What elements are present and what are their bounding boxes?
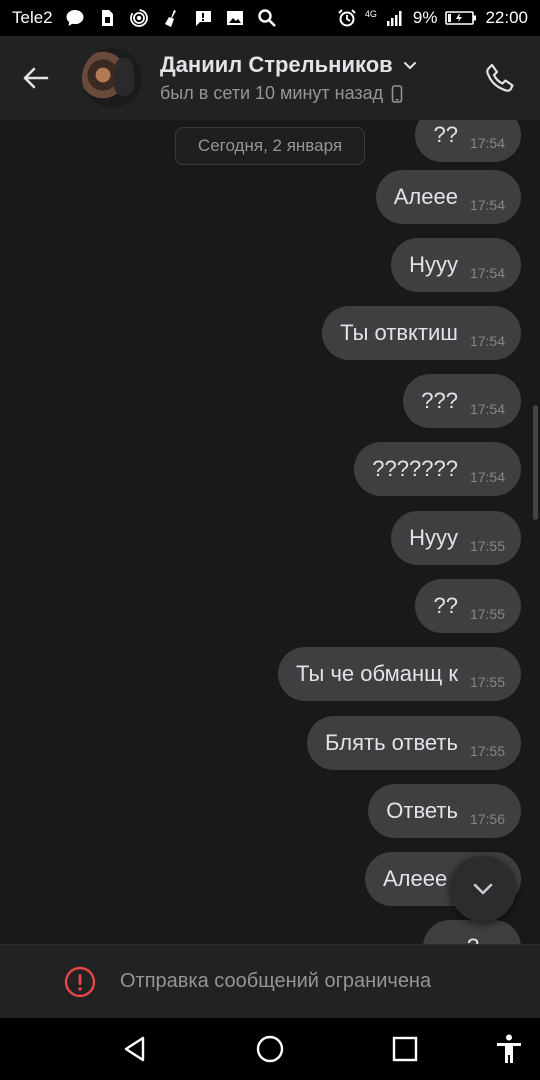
alarm-icon: [337, 8, 357, 28]
chat-header: Даниил Стрельников был в сети 10 минут н…: [0, 36, 540, 120]
battery-percent: 9%: [412, 8, 438, 27]
arrow-left-icon: [23, 67, 49, 89]
clock: 22:00: [485, 8, 528, 27]
contact-name: Даниил Стрельников: [160, 52, 393, 77]
nav-recents-button[interactable]: [388, 1032, 422, 1066]
call-button[interactable]: [460, 36, 540, 120]
scroll-to-bottom-button[interactable]: [450, 856, 516, 922]
message-bubble[interactable]: Алеее 17:54: [375, 170, 521, 224]
message-time: 17:54: [469, 135, 505, 151]
message-bubble[interactable]: ?? 17:54: [415, 120, 521, 162]
search-icon: [257, 8, 277, 28]
message-bubble[interactable]: Нууу 17:54: [391, 238, 521, 292]
message-bubble[interactable]: ??????? 17:54: [354, 442, 521, 496]
image-icon: [225, 8, 245, 28]
message-icon: [193, 8, 213, 28]
carrier-label: Tele2: [12, 8, 53, 27]
message-time: 17:55: [469, 674, 505, 690]
message-bubble[interactable]: ?? 17:55: [415, 579, 521, 633]
back-button[interactable]: [0, 36, 70, 120]
message-text: Алеее: [393, 184, 458, 209]
sim-card-icon: [97, 8, 117, 28]
message-bubble[interactable]: Нууу 17:55: [391, 511, 521, 565]
last-seen-status: был в сети 10 минут назад: [160, 83, 384, 103]
phone-device-icon: [391, 84, 403, 103]
network-type: 4G: [364, 8, 377, 19]
message-time: 17:54: [469, 469, 505, 485]
back-triangle-icon: [124, 1036, 145, 1062]
warning-circle-icon: [64, 966, 96, 997]
message-text: Нууу: [409, 525, 458, 550]
chat-bubble-icon: [65, 8, 85, 28]
message-bubble[interactable]: Блять ответь 17:55: [307, 716, 521, 770]
message-text: Алеее: [383, 866, 448, 891]
avatar[interactable]: [82, 48, 142, 108]
message-text: Ты че обманщ к: [296, 661, 458, 686]
message-text: Блять ответь: [325, 730, 458, 755]
message-time: 17:55: [469, 538, 505, 554]
message-bubble[interactable]: Ответь 17:56: [368, 784, 521, 838]
message-list[interactable]: ?? 17:54 Сегодня, 2 января Алеее 17:54 Нуу…: [0, 120, 540, 944]
message-text: Ответь: [386, 798, 458, 823]
message-time: 17:55: [469, 743, 505, 759]
chevron-down-icon: [473, 883, 493, 895]
scrollbar[interactable]: [533, 405, 538, 520]
message-bubble[interactable]: Ты че обманщ к 17:55: [278, 647, 521, 701]
message-restriction-bar: Отправка сообщений ограничена: [0, 944, 540, 1018]
message-bubble[interactable]: Ты отвктиш 17:54: [322, 306, 521, 360]
phone-call-icon: [486, 63, 514, 92]
status-bar: Tele2 4G 9% 22:00: [0, 0, 540, 36]
nav-back-button[interactable]: [118, 1032, 152, 1066]
nav-accessibility-button[interactable]: [492, 1032, 526, 1066]
message-time: 17:54: [469, 265, 505, 281]
message-time: 17:54: [469, 401, 505, 417]
message-text: ??: [433, 593, 458, 618]
message-text: Ты отвктиш: [340, 320, 458, 345]
message-time: 17:54: [469, 197, 505, 213]
message-bubble[interactable]: ??? 17:54: [403, 374, 521, 428]
message-time: 17:55: [469, 606, 505, 622]
home-circle-icon: [256, 1035, 284, 1063]
accessibility-icon: [497, 1034, 521, 1063]
contact-info[interactable]: Даниил Стрельников был в сети 10 минут н…: [160, 52, 460, 104]
date-separator: Сегодня, 2 января: [175, 127, 365, 165]
message-text: ???????: [372, 456, 458, 481]
message-text: ???: [421, 388, 458, 413]
system-navbar: [0, 1018, 540, 1080]
signal-icon: [385, 8, 405, 28]
hotspot-icon: [129, 8, 149, 28]
battery-icon: [445, 8, 477, 28]
message-bubble[interactable]: ?: [423, 920, 521, 944]
nav-home-button[interactable]: [253, 1032, 287, 1066]
recents-square-icon: [392, 1036, 418, 1062]
message-text: ?: [467, 934, 479, 944]
message-time: 17:54: [469, 333, 505, 349]
chevron-down-icon: [403, 62, 416, 70]
message-text: Нууу: [409, 252, 458, 277]
restriction-text: Отправка сообщений ограничена: [120, 970, 432, 992]
message-time: 17:56: [469, 811, 505, 827]
message-text: ??: [433, 122, 458, 147]
clean-icon: [161, 8, 181, 28]
